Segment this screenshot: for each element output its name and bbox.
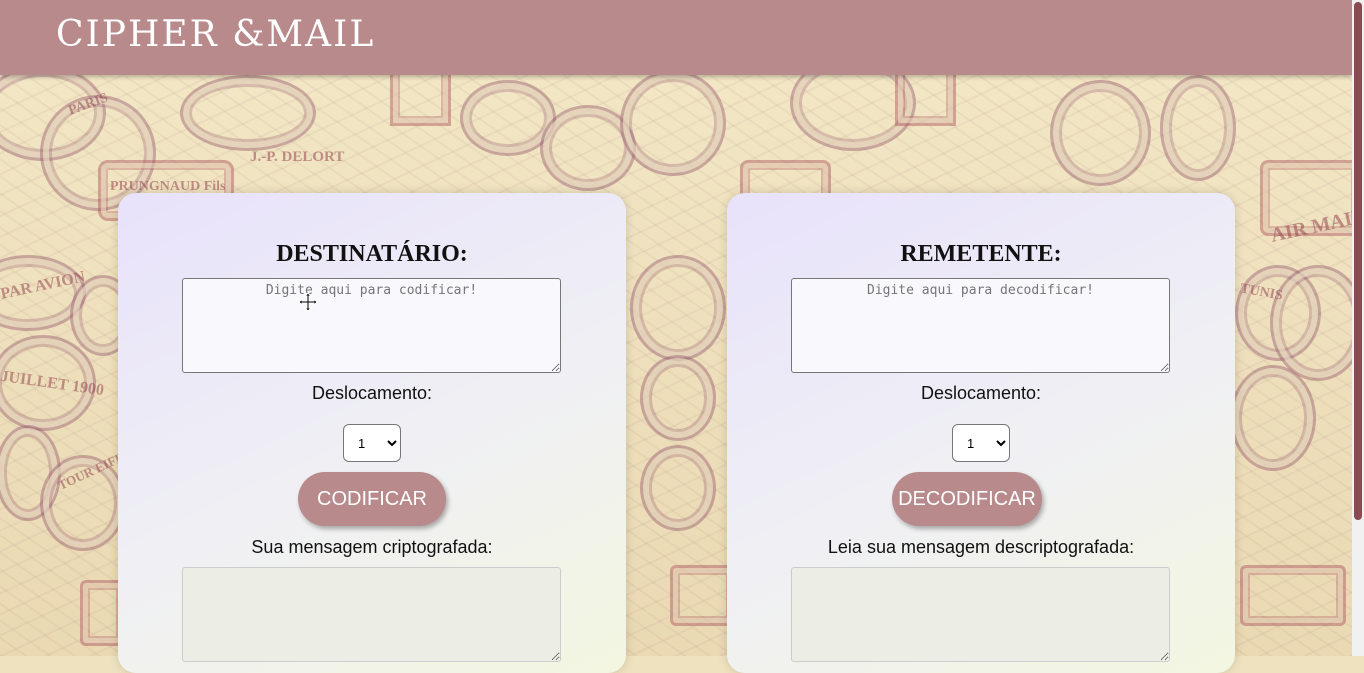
decode-shift-select[interactable]: 1 bbox=[952, 424, 1010, 462]
move-cursor-icon bbox=[298, 292, 318, 312]
decode-result-label: Leia sua mensagem descriptografada: bbox=[827, 537, 1135, 557]
postmark-stamp bbox=[640, 355, 716, 441]
decode-shift-label: Deslocamento: bbox=[920, 383, 1042, 403]
postmark-stamp bbox=[1050, 80, 1151, 186]
site-logo[interactable]: CIPHER &MAIL bbox=[56, 14, 375, 55]
stamp bbox=[390, 75, 451, 126]
stamp bbox=[895, 75, 956, 126]
encode-card-title: DESTINATÁRIO: bbox=[276, 241, 468, 267]
encode-output[interactable] bbox=[182, 567, 561, 662]
stamp-text: J.-P. DELORT bbox=[250, 149, 345, 165]
scrollbar-thumb[interactable] bbox=[1354, 2, 1362, 520]
encode-input[interactable] bbox=[182, 278, 561, 373]
page-scrollbar[interactable] bbox=[1352, 0, 1364, 656]
postmark-stamp bbox=[630, 255, 726, 361]
encode-card: DESTINATÁRIO: Deslocamento: 1 CODIFICAR … bbox=[118, 193, 626, 673]
postmark-stamp bbox=[1230, 365, 1316, 471]
encode-shift-label: Deslocamento: bbox=[311, 383, 433, 403]
postmark-stamp bbox=[620, 75, 726, 176]
decode-input[interactable] bbox=[791, 278, 1170, 373]
encode-shift-select[interactable]: 1 bbox=[343, 424, 401, 462]
decode-card-title: REMETENTE: bbox=[900, 241, 1062, 267]
encode-result-label: Sua mensagem criptografada: bbox=[251, 537, 493, 557]
postmark-stamp bbox=[1270, 265, 1352, 381]
encode-button[interactable]: CODIFICAR bbox=[298, 472, 446, 526]
decode-button[interactable]: DECODIFICAR bbox=[892, 472, 1042, 526]
label-stamp bbox=[1240, 565, 1346, 626]
site-header: CIPHER &MAIL bbox=[0, 0, 1352, 75]
postmark-stamp bbox=[1160, 75, 1236, 181]
postmark-stamp bbox=[180, 75, 316, 151]
decode-card: REMETENTE: Deslocamento: 1 DECODIFICAR L… bbox=[727, 193, 1235, 673]
decode-output[interactable] bbox=[791, 567, 1170, 662]
postmark-stamp bbox=[640, 445, 716, 531]
